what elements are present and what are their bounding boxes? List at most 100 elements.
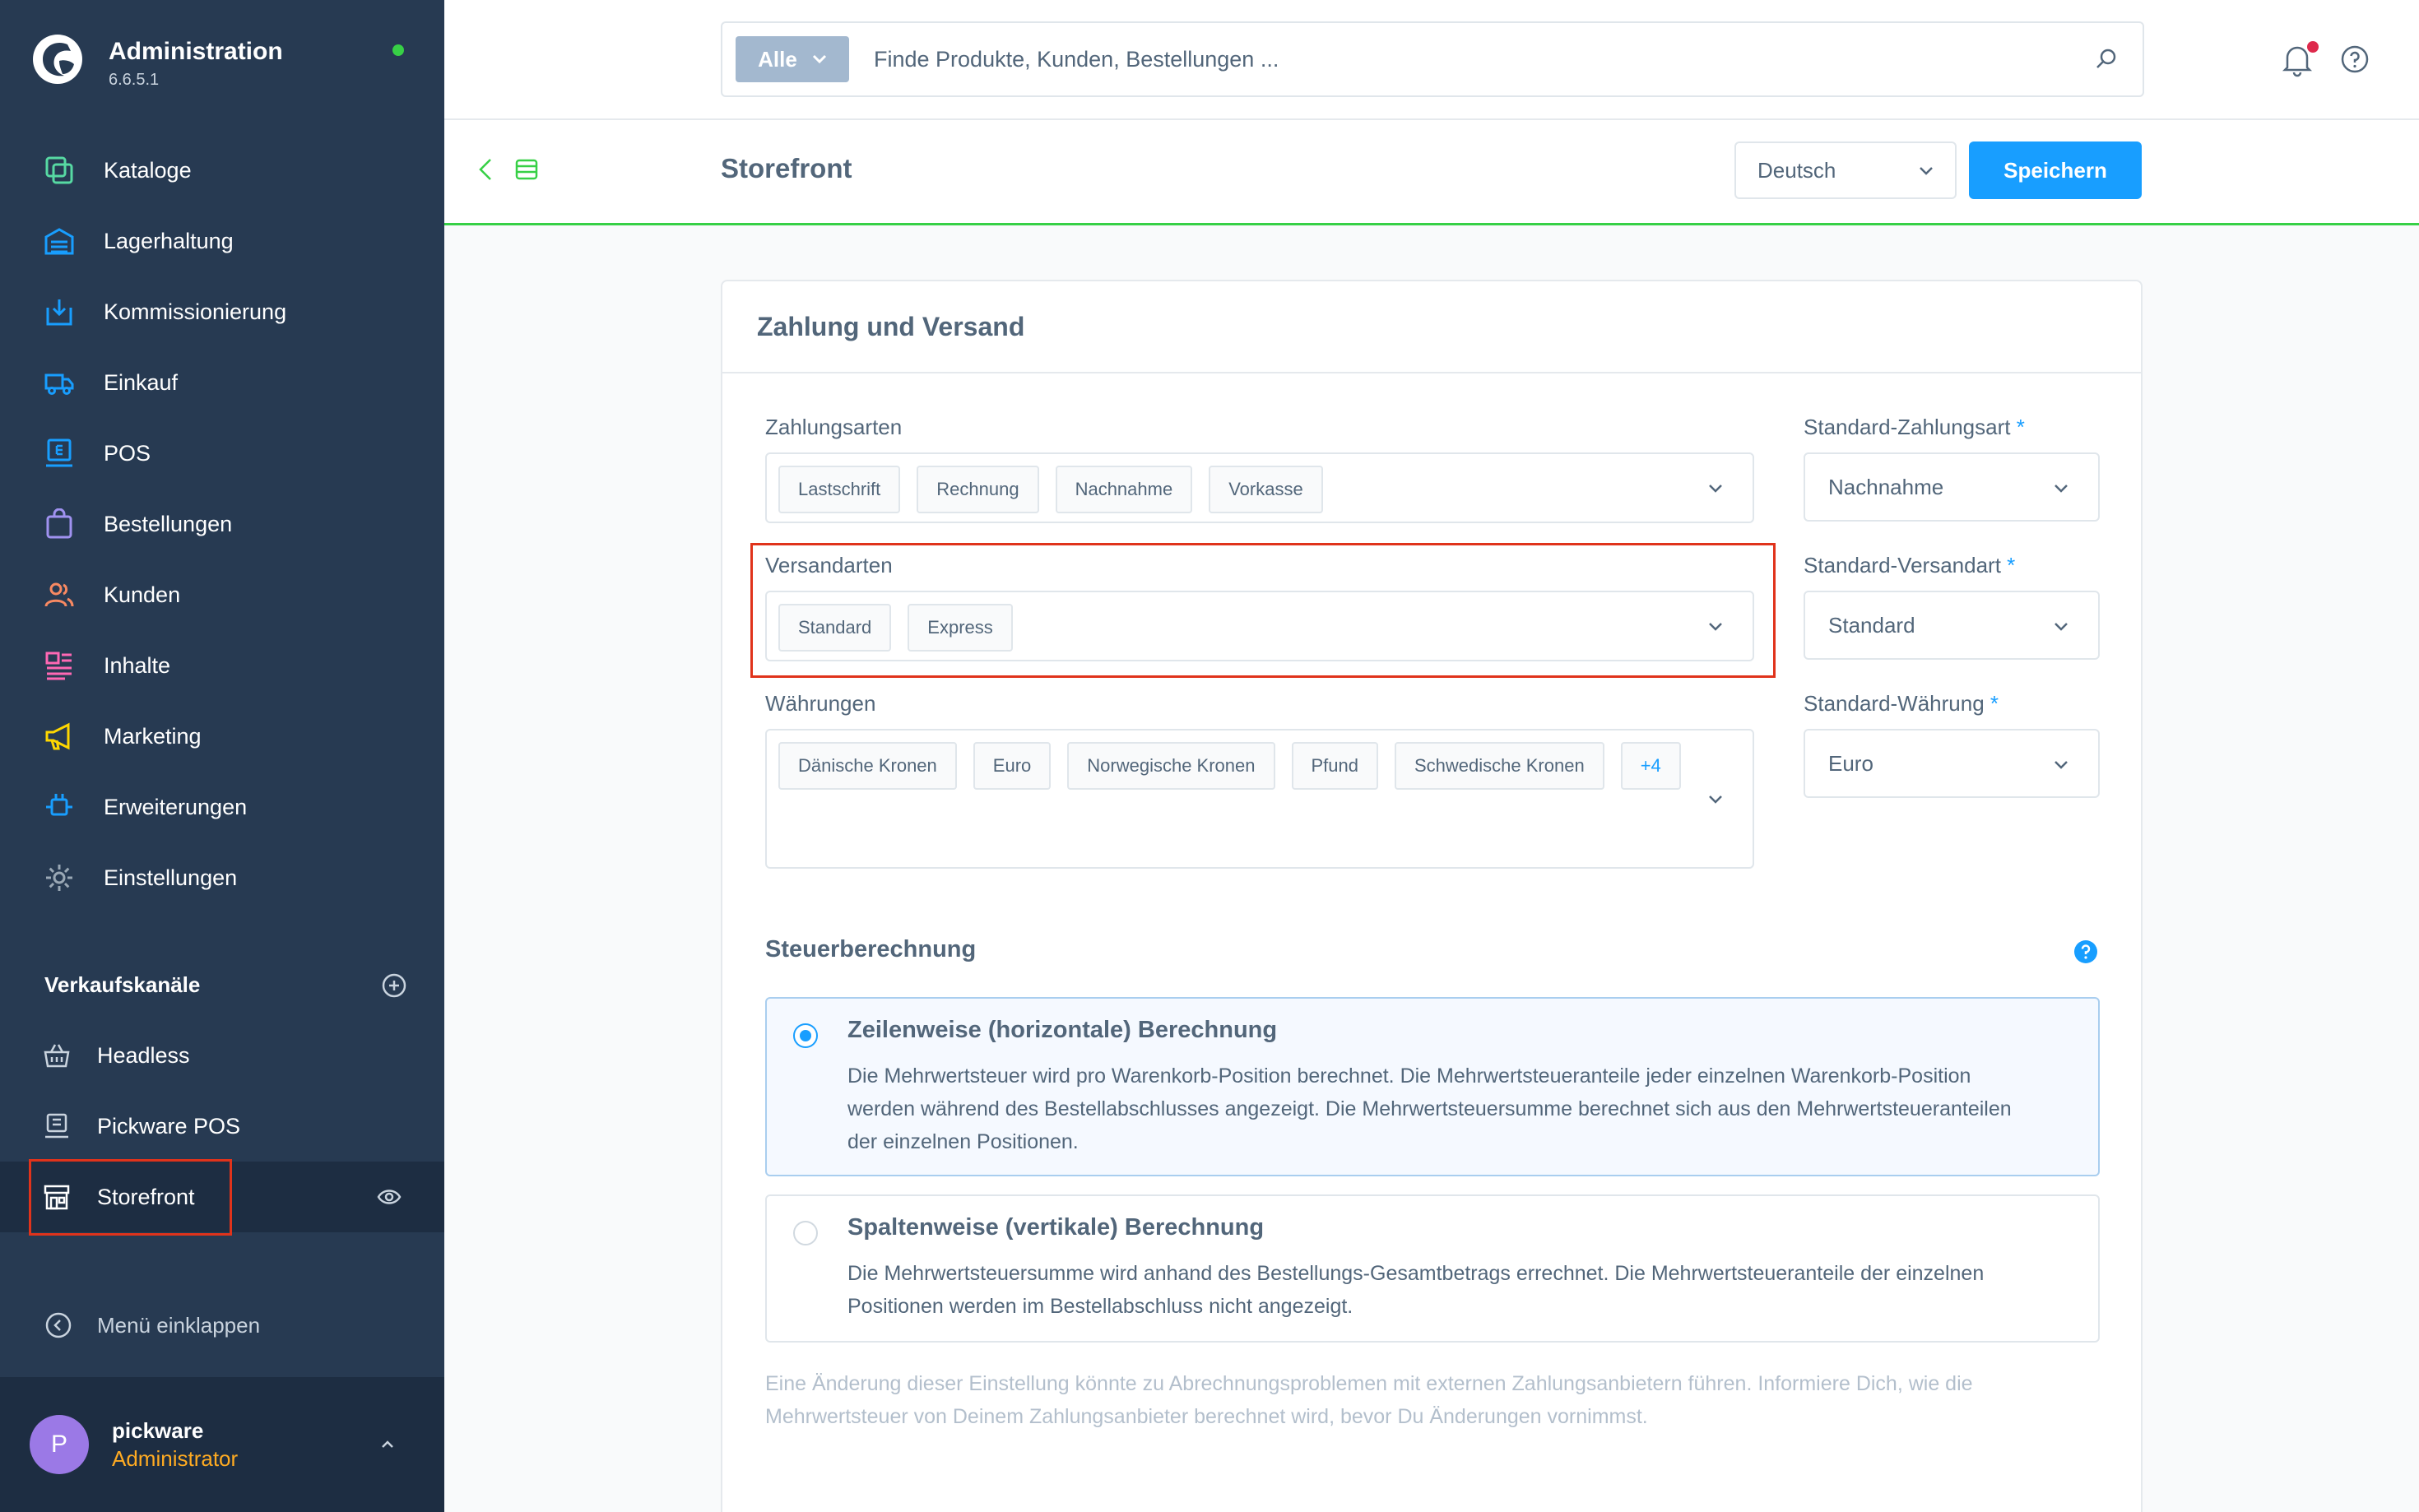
default-payment-value: Nachnahme — [1828, 474, 1944, 499]
avatar: P — [30, 1415, 89, 1474]
nav-item-marketing[interactable]: Marketing — [0, 701, 444, 772]
nav-item-inhalte[interactable]: Inhalte — [0, 630, 444, 701]
nav-item-label: Marketing — [104, 723, 202, 749]
tag-rechnung[interactable]: Rechnung — [917, 466, 1039, 513]
help-icon[interactable] — [2340, 44, 2370, 74]
back-arrow-icon[interactable] — [474, 155, 499, 184]
chevron-down-icon[interactable] — [1708, 795, 1723, 805]
tax-option-vertical[interactable]: Spaltenweise (vertikale) Berechnung Die … — [765, 1194, 2100, 1343]
payment-methods-select[interactable]: Lastschrift Rechnung Nachnahme Vorkasse — [765, 452, 1754, 523]
nav-item-label: Kataloge — [104, 157, 192, 183]
collapse-menu-button[interactable]: Menü einklappen — [44, 1311, 260, 1339]
tax-footnote: Eine Änderung dieser Einstellung könnte … — [765, 1372, 1973, 1428]
chevron-down-icon — [812, 54, 826, 64]
nav-item-kataloge[interactable]: Kataloge — [0, 135, 444, 206]
tag-vorkasse[interactable]: Vorkasse — [1209, 466, 1323, 513]
user-menu[interactable]: P pickware Administrator — [0, 1377, 444, 1512]
sidebar: Administration 6.6.5.1 Kataloge Lagerhal… — [0, 0, 444, 1512]
sales-channel-headless[interactable]: Headless — [0, 1020, 444, 1091]
nav-item-bestellungen[interactable]: Bestellungen — [0, 489, 444, 559]
tax-option-title: Spaltenweise (vertikale) Berechnung — [847, 1214, 1265, 1241]
tag-more-currencies[interactable]: +4 — [1620, 742, 1681, 790]
chevron-up-icon[interactable] — [375, 1435, 400, 1454]
nav-item-einstellungen[interactable]: Einstellungen — [0, 842, 444, 913]
save-button[interactable]: Speichern — [1969, 141, 2142, 199]
radio-vertical[interactable] — [793, 1221, 818, 1245]
default-payment-select[interactable]: Nachnahme — [1804, 452, 2100, 522]
default-currency-select[interactable]: Euro — [1804, 729, 2100, 798]
help-icon[interactable] — [2073, 939, 2098, 964]
default-currency-label: Standard-Währung * — [1804, 691, 1999, 717]
pos-icon — [43, 437, 76, 470]
chevron-down-icon[interactable] — [1708, 622, 1723, 632]
sales-channel-list-icon — [515, 159, 538, 180]
tag-pfund[interactable]: Pfund — [1291, 742, 1378, 790]
default-shipping-label: Standard-Versandart * — [1804, 553, 2015, 578]
sales-channels-title: Verkaufskanäle — [44, 972, 201, 997]
eye-icon[interactable] — [377, 1185, 402, 1208]
card-header: Zahlung und Versand — [722, 281, 2141, 373]
default-payment-label-text: Standard-Zahlungsart — [1804, 415, 2011, 439]
collapse-menu-label: Menü einklappen — [97, 1312, 261, 1338]
chevron-down-icon[interactable] — [1708, 484, 1723, 494]
tax-option-title: Zeilenweise (horizontale) Berechnung — [847, 1017, 1278, 1043]
nav-item-pos[interactable]: POS — [0, 418, 444, 489]
nav-item-label: Einkauf — [104, 369, 179, 395]
payment-shipping-card: Zahlung und Versand Zahlungsarten Lastsc… — [721, 280, 2143, 1512]
main-navigation: Kataloge Lagerhaltung Kommissionierung E… — [0, 135, 444, 913]
online-status-dot — [392, 44, 404, 56]
currencies-select[interactable]: Dänische Kronen Euro Norwegische Kronen … — [765, 729, 1754, 869]
payment-methods-tags: Lastschrift Rechnung Nachnahme Vorkasse — [778, 466, 1692, 513]
smart-bar: Storefront Deutsch Speichern — [444, 120, 2419, 225]
search-icon[interactable] — [2093, 46, 2120, 72]
truck-icon — [43, 366, 76, 399]
tag-schwedische-kronen[interactable]: Schwedische Kronen — [1395, 742, 1604, 790]
tag-standard[interactable]: Standard — [778, 604, 892, 652]
tag-daenische-kronen[interactable]: Dänische Kronen — [778, 742, 957, 790]
tag-euro[interactable]: Euro — [973, 742, 1052, 790]
tag-lastschrift[interactable]: Lastschrift — [778, 466, 901, 513]
tax-section-title: Steuerberechnung — [765, 936, 977, 962]
required-marker: * — [2007, 553, 2016, 577]
tax-option-description: Die Mehrwertsteuersumme wird anhand des … — [847, 1262, 1985, 1318]
shipping-methods-label: Versandarten — [765, 553, 893, 577]
tag-norwegische-kronen[interactable]: Norwegische Kronen — [1067, 742, 1275, 790]
radio-horizontal[interactable] — [793, 1023, 818, 1048]
search-type-select[interactable]: Alle — [736, 36, 849, 82]
add-sales-channel-icon[interactable] — [382, 973, 406, 998]
sales-channel-pickware-pos[interactable]: Pickware POS — [0, 1091, 444, 1162]
currencies-tags: Dänische Kronen Euro Norwegische Kronen … — [778, 742, 1692, 790]
default-shipping-select[interactable]: Standard — [1804, 591, 2100, 660]
search-input[interactable] — [874, 35, 2042, 84]
nav-item-label: Inhalte — [104, 652, 171, 678]
tag-nachnahme[interactable]: Nachnahme — [1055, 466, 1193, 513]
nav-item-kunden[interactable]: Kunden — [0, 559, 444, 630]
nav-item-einkauf[interactable]: Einkauf — [0, 347, 444, 418]
user-name: pickware — [112, 1418, 204, 1443]
nav-item-kommissionierung[interactable]: Kommissionierung — [0, 276, 444, 347]
nav-item-label: Erweiterungen — [104, 794, 248, 819]
currencies-label: Währungen — [765, 691, 876, 716]
nav-item-label: Kommissionierung — [104, 299, 287, 324]
tax-option-horizontal[interactable]: Zeilenweise (horizontale) Berechnung Die… — [765, 997, 2100, 1176]
picking-icon — [43, 295, 76, 328]
catalog-icon — [43, 154, 76, 187]
gear-icon — [43, 861, 76, 894]
nav-item-erweiterungen[interactable]: Erweiterungen — [0, 772, 444, 842]
nav-item-label: Lagerhaltung — [104, 228, 234, 253]
language-select[interactable]: Deutsch — [1734, 141, 1957, 199]
default-currency-label-text: Standard-Währung — [1804, 691, 1985, 716]
language-value: Deutsch — [1757, 157, 1836, 183]
user-role: Administrator — [112, 1446, 239, 1471]
default-currency-value: Euro — [1828, 750, 1873, 776]
content-icon — [43, 649, 76, 682]
nav-item-lagerhaltung[interactable]: Lagerhaltung — [0, 206, 444, 276]
tag-express[interactable]: Express — [908, 604, 1013, 652]
payment-methods-label: Zahlungsarten — [765, 415, 903, 439]
shopware-logo-icon — [33, 35, 82, 84]
nav-item-label: Einstellungen — [104, 865, 238, 890]
sales-channel-label: Headless — [97, 1042, 190, 1068]
shipping-methods-select[interactable]: Standard Express — [765, 591, 1754, 661]
brand: Administration 6.6.5.1 — [31, 33, 283, 90]
chevron-down-icon — [2055, 623, 2068, 631]
